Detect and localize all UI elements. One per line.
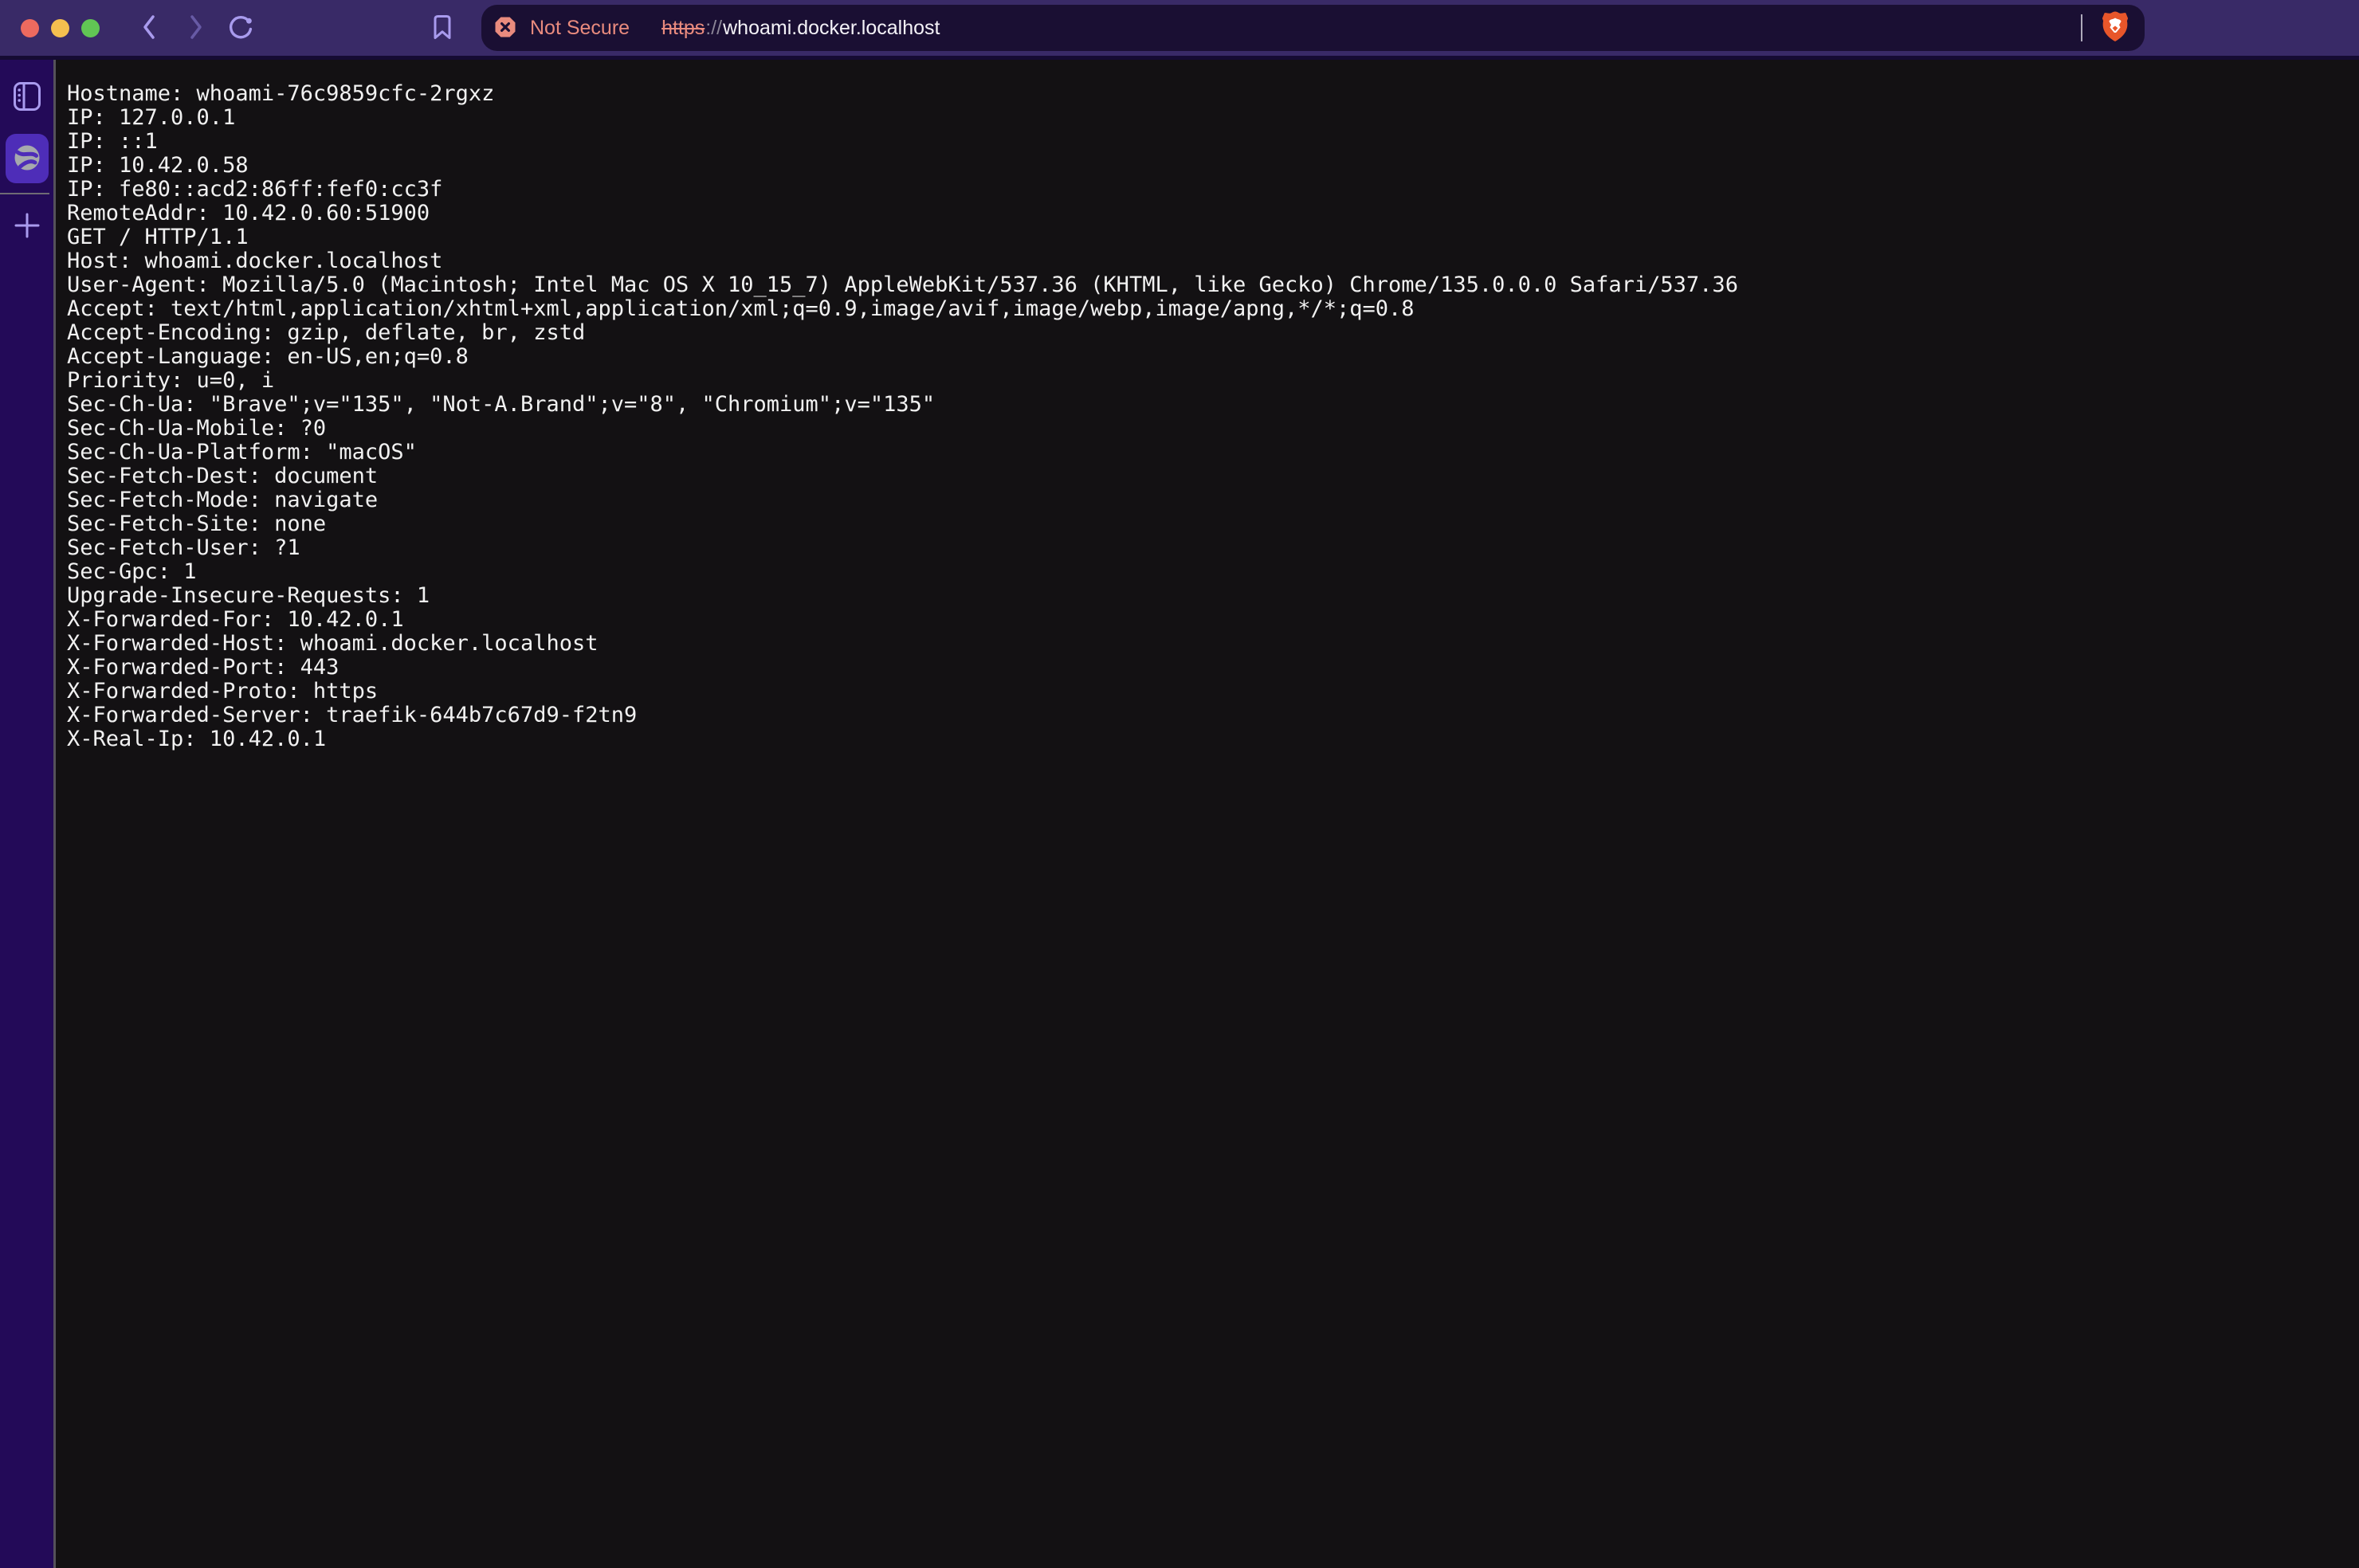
forward-icon bbox=[183, 14, 207, 43]
url-bar[interactable]: Not Secure https://whoami.docker.localho… bbox=[481, 5, 2145, 51]
bookmark-icon bbox=[432, 14, 453, 43]
not-secure-label: Not Secure bbox=[530, 18, 630, 38]
main-row: Hostname: whoami-76c9859cfc-2rgxz IP: 12… bbox=[0, 60, 2359, 1568]
sidebar-toggle-icon bbox=[13, 103, 41, 115]
forward-button[interactable] bbox=[183, 14, 207, 41]
page-content: Hostname: whoami-76c9859cfc-2rgxz IP: 12… bbox=[56, 60, 2359, 1568]
url-scheme-separator: :// bbox=[705, 17, 722, 40]
back-icon bbox=[138, 14, 162, 43]
brave-shields-button[interactable] bbox=[2100, 10, 2130, 45]
sidebar-toggle-button[interactable] bbox=[13, 80, 41, 112]
not-secure-icon bbox=[494, 16, 516, 41]
browser-window: Not Secure https://whoami.docker.localho… bbox=[0, 0, 2359, 1568]
brave-shield-icon bbox=[2100, 10, 2130, 47]
browser-toolbar: Not Secure https://whoami.docker.localho… bbox=[0, 0, 2359, 56]
zoom-button[interactable] bbox=[81, 19, 100, 37]
close-button[interactable] bbox=[21, 19, 39, 37]
back-button[interactable] bbox=[138, 14, 162, 41]
url-host: whoami.docker.localhost bbox=[723, 17, 940, 40]
url-scheme: https bbox=[661, 17, 705, 40]
tab-whoami-active[interactable] bbox=[6, 134, 49, 183]
vertical-tabs-sidebar bbox=[0, 60, 53, 1568]
new-tab-button[interactable] bbox=[13, 211, 41, 240]
minimize-button[interactable] bbox=[51, 19, 69, 37]
traffic-lights bbox=[21, 19, 100, 37]
site-security-badge[interactable]: Not Secure bbox=[494, 16, 630, 41]
reload-button[interactable] bbox=[229, 14, 253, 41]
new-tab-icon bbox=[13, 230, 41, 242]
sidebar-divider bbox=[0, 193, 49, 194]
whoami-response-text: Hostname: whoami-76c9859cfc-2rgxz IP: 12… bbox=[56, 60, 2359, 751]
bookmark-button[interactable] bbox=[432, 14, 453, 41]
url-text: https://whoami.docker.localhost bbox=[661, 17, 940, 40]
urlbar-separator bbox=[2081, 14, 2082, 41]
reload-icon bbox=[228, 14, 253, 43]
globe-icon bbox=[11, 142, 43, 176]
nav-buttons bbox=[138, 14, 253, 41]
